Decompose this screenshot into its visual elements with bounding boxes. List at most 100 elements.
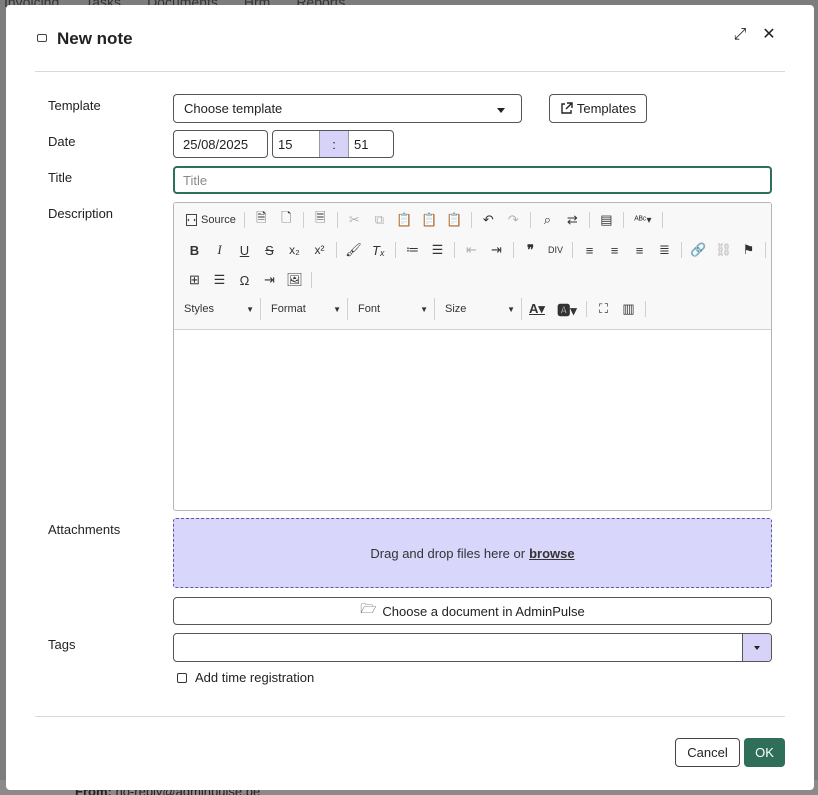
toolbar-separator (336, 212, 338, 228)
paste-word-icon[interactable]: 📋 (442, 209, 467, 231)
find-icon[interactable]: ⌕ (535, 209, 560, 231)
format-label: Format (271, 303, 306, 315)
chevron-down-icon (497, 108, 505, 113)
unlink-icon[interactable]: ⛓ (711, 239, 736, 261)
new-page-icon[interactable]: 🗏 (308, 209, 333, 231)
toolbar-separator (513, 242, 514, 258)
header-divider (35, 71, 785, 72)
time-registration-row: Add time registration (177, 670, 314, 685)
toolbar-separator (765, 242, 766, 258)
size-label: Size (445, 303, 467, 315)
special-char-icon[interactable]: Ω (232, 269, 257, 291)
replace-icon[interactable]: ⇄ (560, 209, 585, 231)
paste-icon[interactable]: 📋 (392, 209, 417, 231)
anchor-flag-icon[interactable]: ⚑ (736, 239, 761, 261)
font-dropdown[interactable]: Font ▼ (348, 298, 435, 320)
bold-icon[interactable]: B (182, 239, 207, 261)
toolbar-separator (395, 242, 396, 258)
template-select[interactable]: Choose template (173, 94, 522, 123)
time-input: 15 : 51 (272, 130, 394, 158)
source-label: Source (201, 214, 236, 226)
text-color-icon[interactable]: A▾ (522, 298, 552, 320)
image-icon[interactable]: 🖼 (282, 269, 307, 291)
toolbar-separator (243, 212, 245, 228)
time-registration-checkbox[interactable] (177, 672, 187, 683)
subscript-icon[interactable]: x₂ (282, 239, 307, 261)
toolbar-separator (302, 212, 304, 228)
save-icon[interactable]: 🗎 (249, 209, 274, 231)
numbered-list-icon[interactable]: ≔ (400, 239, 425, 261)
external-link-icon (561, 102, 573, 114)
ok-button[interactable]: OK (744, 738, 785, 767)
close-icon[interactable]: ✕ (759, 25, 779, 45)
bulleted-list-icon[interactable]: ☰ (425, 239, 450, 261)
format-dropdown[interactable]: Format ▼ (261, 298, 348, 320)
source-button[interactable]: Source (182, 209, 240, 231)
paste-text-icon[interactable]: 📋 (417, 209, 442, 231)
toolbar-separator (588, 212, 590, 228)
select-all-icon[interactable]: ▤ (594, 209, 619, 231)
page-break-icon[interactable]: ⇥ (257, 269, 282, 291)
preview-icon[interactable]: 🗋 (274, 209, 299, 231)
new-note-dialog: New note ⤢ ✕ Template Choose template Te… (6, 5, 814, 790)
time-separator: : (319, 131, 349, 157)
toolbar-separator (661, 212, 663, 228)
align-justify-icon[interactable]: ≣ (652, 239, 677, 261)
date-input[interactable]: 25/08/2025 (173, 130, 268, 158)
copy-icon[interactable]: ⧉ (367, 209, 392, 231)
template-label: Template (48, 98, 101, 113)
toolbar-separator (586, 301, 587, 317)
styles-label: Styles (184, 303, 214, 315)
dialog-title: New note (57, 29, 133, 48)
superscript-icon[interactable]: x² (307, 239, 332, 261)
minute-input[interactable]: 51 (349, 131, 393, 157)
align-right-icon[interactable]: ≡ (627, 239, 652, 261)
chevron-down-icon: ▼ (420, 304, 428, 314)
time-registration-label: Add time registration (195, 670, 315, 685)
size-dropdown[interactable]: Size ▼ (435, 298, 522, 320)
align-center-icon[interactable]: ≡ (602, 239, 627, 261)
undo-icon[interactable]: ↶ (476, 209, 501, 231)
tags-input[interactable] (173, 633, 772, 662)
attachments-label: Attachments (48, 522, 121, 537)
cancel-button[interactable]: Cancel (675, 738, 740, 767)
underline-icon[interactable]: U (232, 239, 257, 261)
div-container-icon[interactable]: DIV (543, 239, 568, 261)
expand-icon[interactable]: ⤢ (730, 25, 750, 45)
redo-icon[interactable]: ↷ (501, 209, 526, 231)
copy-format-icon[interactable]: 🖌 (341, 239, 366, 261)
toolbar-separator (336, 242, 337, 258)
link-icon[interactable]: 🔗 (686, 239, 711, 261)
spellcheck-icon[interactable]: ᴬᴮᶜ▾ (628, 209, 658, 231)
choose-document-button[interactable]: 🗁 Choose a document in AdminPulse (173, 597, 772, 625)
templates-button-label: Templates (576, 101, 637, 116)
maximize-icon[interactable]: ⛶ (591, 298, 616, 320)
background-color-icon[interactable]: 🅰▾ (552, 298, 582, 320)
description-label: Description (48, 206, 114, 221)
table-icon[interactable]: ⊞ (182, 269, 207, 291)
toolbar-separator (572, 242, 573, 258)
toolbar-separator (645, 301, 646, 317)
tags-label: Tags (48, 637, 76, 652)
outdent-icon[interactable]: ⇤ (459, 239, 484, 261)
show-blocks-icon[interactable]: ▥ (616, 298, 641, 320)
file-dropzone[interactable]: Drag and drop files here or browse (173, 518, 772, 588)
toolbar-separator (681, 242, 682, 258)
browse-link[interactable]: browse (529, 546, 575, 561)
horizontal-line-icon[interactable]: ☰ (207, 269, 232, 291)
blockquote-icon[interactable]: ❞ (518, 239, 543, 261)
hour-input[interactable]: 15 (273, 131, 319, 157)
strikethrough-icon[interactable]: S (257, 239, 282, 261)
cut-icon[interactable]: ✂ (342, 209, 367, 231)
tags-dropdown-toggle[interactable] (742, 634, 771, 661)
align-left-icon[interactable]: ≡ (577, 239, 602, 261)
templates-button[interactable]: Templates (549, 94, 647, 123)
remove-format-icon[interactable]: Tₓ (366, 239, 391, 261)
indent-icon[interactable]: ⇥ (484, 239, 509, 261)
title-input[interactable] (173, 166, 772, 194)
editor-content-area[interactable] (174, 330, 771, 510)
italic-icon[interactable]: I (207, 239, 232, 261)
font-label: Font (358, 303, 381, 315)
folder-open-icon: 🗁 (360, 601, 377, 616)
styles-dropdown[interactable]: Styles ▼ (174, 298, 261, 320)
